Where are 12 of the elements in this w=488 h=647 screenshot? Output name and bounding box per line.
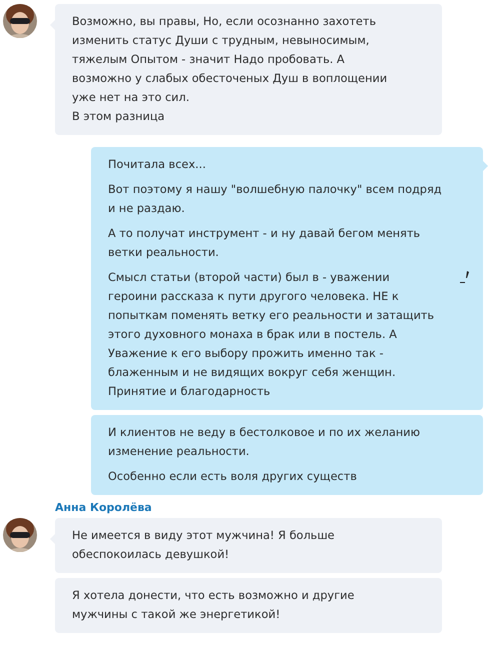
message-text: А то получат инструмент - и ну давай бегом менять ветки реальности. — [108, 226, 422, 261]
avatar[interactable] — [3, 518, 37, 552]
message-text: Возможно, вы правы, Но, если осознанно захотеть изменить статус Души с трудным, невыносимым, тяжелым Опытом - значит Надо пробовать. А возможно у слабых обесточеных Душ в воплощении уже нет на это сил. В этом разница — [72, 14, 388, 125]
message-text: Я хотела донести, что есть возможно и другие мужчины с такой же энергетикой! — [72, 588, 356, 623]
message-text: Вот поэтому я нашу "волшебную палочку" всем подряд и не раздаю. — [108, 182, 442, 217]
avatar[interactable] — [3, 4, 37, 38]
message-text: Почитала всех... — [108, 157, 207, 173]
sender-name: Анна Королёва — [55, 501, 153, 514]
message-text: Особенно если есть воля других существ — [108, 469, 358, 485]
message-text: Смысл статьи (второй части) был в - уважении героини рассказа к пути другого человека. НЕ к попыткам поменять ветку его реальности и затащить этого духовного монаха в брак или в постель. А Уважение к его выбору прожить именно так - блаженным и не видящих вокруг себя женщин. Принятие и благодарность — [108, 270, 436, 400]
message-text: И клиентов не веду в бестолковое и по их желанию изменение реальности. — [108, 425, 422, 460]
message-text: Не имеется в виду этот мужчина! Я больше обеспокоилась девушкой! — [72, 528, 336, 563]
